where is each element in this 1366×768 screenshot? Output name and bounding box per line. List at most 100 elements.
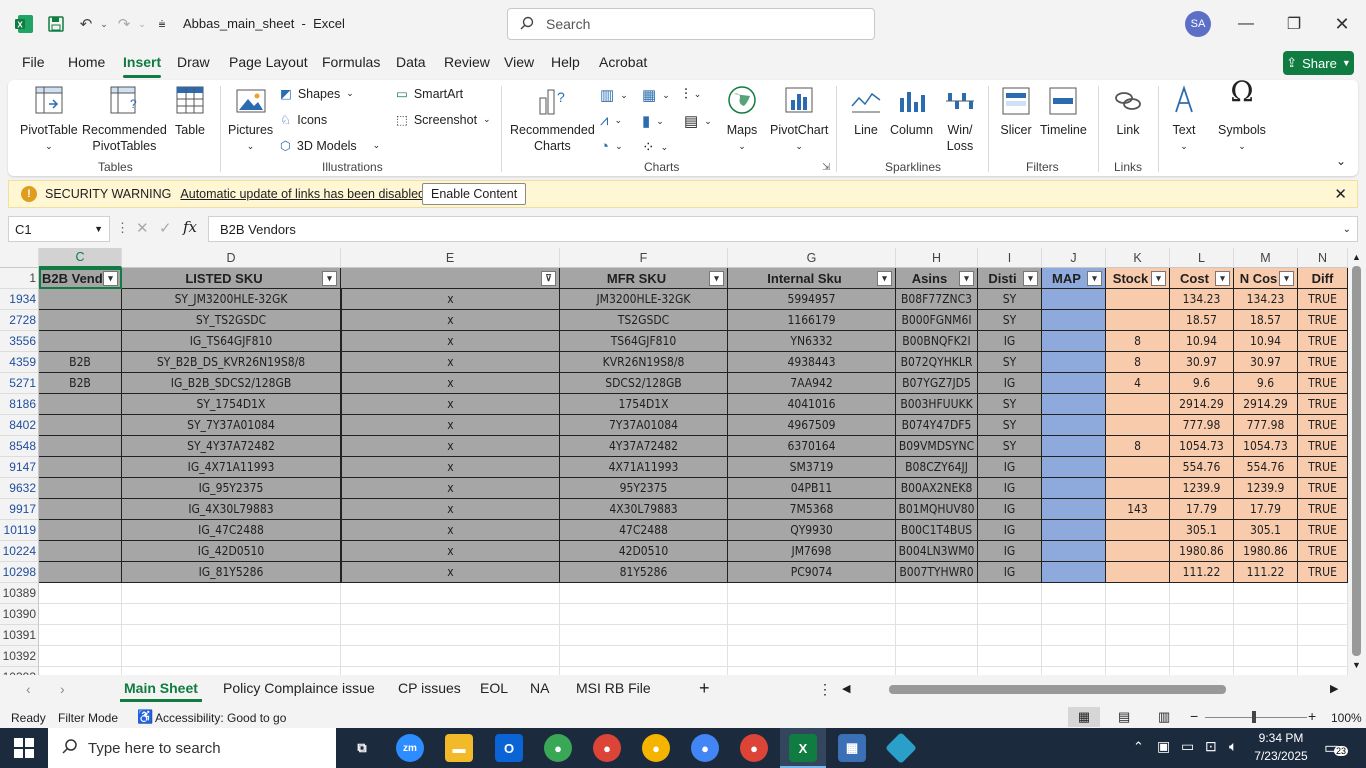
filter-dropdown-icon[interactable]: ▾	[959, 271, 974, 286]
column-header-c[interactable]: C	[39, 248, 122, 268]
table-cell[interactable]: 6370164	[728, 436, 896, 457]
row-header[interactable]: 10390	[0, 604, 39, 625]
empty-cell[interactable]	[122, 625, 341, 646]
table-cell[interactable]	[39, 289, 122, 310]
page-layout-view-icon[interactable]: ▤	[1118, 709, 1130, 725]
table-cell[interactable]: IG_81Y5286	[122, 562, 341, 583]
table-cell[interactable]	[1106, 289, 1170, 310]
scatter-chart-button[interactable]: ⁘ ⌄	[642, 138, 668, 156]
table-cell[interactable]	[1042, 289, 1106, 310]
empty-cell[interactable]	[896, 667, 978, 675]
table-cell[interactable]: 4X30L79883	[560, 499, 728, 520]
task-view-icon[interactable]: ⧉	[348, 734, 376, 762]
table-cell[interactable]	[1042, 457, 1106, 478]
table-cell[interactable]: 18.57	[1234, 310, 1298, 331]
table-cell[interactable]: SY_TS2GSDC	[122, 310, 341, 331]
table-cell[interactable]: 8	[1106, 436, 1170, 457]
tab-formulas[interactable]: Formulas	[322, 54, 380, 70]
filter-dropdown-icon[interactable]: ▾	[709, 271, 724, 286]
table-cell[interactable]: IG	[978, 499, 1042, 520]
empty-cell[interactable]	[560, 667, 728, 675]
table-cell[interactable]	[1042, 436, 1106, 457]
table-cell[interactable]	[1042, 520, 1106, 541]
table-cell[interactable]: 04PB11	[728, 478, 896, 499]
table-cell[interactable]: TRUE	[1298, 478, 1348, 499]
vertical-scrollbar[interactable]: ▲ ▼	[1348, 248, 1366, 675]
empty-cell[interactable]	[122, 667, 341, 675]
empty-cell[interactable]	[1042, 604, 1106, 625]
scroll-right-icon[interactable]: ▶	[1330, 682, 1338, 695]
empty-cell[interactable]	[978, 604, 1042, 625]
tab-view[interactable]: View	[504, 54, 534, 70]
tab-help[interactable]: Help	[551, 54, 580, 70]
table-cell[interactable]: 1054.73	[1170, 436, 1234, 457]
table-cell[interactable]: 4	[1106, 373, 1170, 394]
empty-cell[interactable]	[122, 646, 341, 667]
empty-cell[interactable]	[1234, 583, 1298, 604]
table-cell[interactable]: x	[341, 352, 560, 373]
table-cell[interactable]	[39, 562, 122, 583]
empty-cell[interactable]	[560, 583, 728, 604]
empty-cell[interactable]	[39, 583, 122, 604]
security-warning-message[interactable]: Automatic update of links has been disab…	[180, 187, 425, 201]
empty-cell[interactable]	[1234, 625, 1298, 646]
table-cell[interactable]: SY	[978, 310, 1042, 331]
table-cell[interactable]: 111.22	[1170, 562, 1234, 583]
table-cell[interactable]: SY_B2B_DS_KVR26N19S8/8	[122, 352, 341, 373]
windows-start-icon[interactable]	[14, 738, 34, 758]
table-cell[interactable]: 554.76	[1170, 457, 1234, 478]
empty-cell[interactable]	[1106, 667, 1170, 675]
table-cell[interactable]: B01MQHUV80	[896, 499, 978, 520]
table-cell[interactable]: IG_4X30L79883	[122, 499, 341, 520]
table-cell[interactable]: x	[341, 520, 560, 541]
table-cell[interactable]	[1106, 394, 1170, 415]
sparkline-line-button[interactable]: Line	[850, 84, 882, 138]
table-header-cell[interactable]: Cost ▾	[1170, 268, 1234, 289]
search-box[interactable]: Search	[507, 8, 875, 40]
insert-function-icon[interactable]: fx	[183, 218, 197, 236]
table-cell[interactable]: TS2GSDC	[560, 310, 728, 331]
table-cell[interactable]	[1106, 457, 1170, 478]
table-cell[interactable]: SY	[978, 289, 1042, 310]
expand-formula-icon[interactable]: ⌄	[1343, 224, 1351, 235]
tab-insert[interactable]: Insert	[123, 54, 162, 78]
table-cell[interactable]: 4X71A11993	[560, 457, 728, 478]
clock-date[interactable]: 7/23/2025	[1253, 749, 1309, 763]
table-cell[interactable]	[1106, 310, 1170, 331]
empty-cell[interactable]	[978, 667, 1042, 675]
table-cell[interactable]	[39, 436, 122, 457]
volume-icon[interactable]: 🔈︎	[1229, 738, 1237, 755]
empty-cell[interactable]	[560, 604, 728, 625]
scroll-left-icon[interactable]: ◀	[842, 682, 850, 695]
table-cell[interactable]: PC9074	[728, 562, 896, 583]
empty-cell[interactable]	[341, 646, 560, 667]
table-cell[interactable]: SY	[978, 394, 1042, 415]
table-cell[interactable]: 10.94	[1234, 331, 1298, 352]
table-header-cell[interactable]: N Cos ▾	[1234, 268, 1298, 289]
empty-cell[interactable]	[39, 646, 122, 667]
network-icon[interactable]: ⊡	[1205, 738, 1217, 755]
table-cell[interactable]: 143	[1106, 499, 1170, 520]
clock-time[interactable]: 9:34 PM	[1257, 731, 1305, 745]
table-cell[interactable]: 777.98	[1234, 415, 1298, 436]
worksheet-grid[interactable]: CDEFGHIJKLMN 1 B2B Vendo ▾ LISTED SKU ▾ ⊽ MFR…	[0, 248, 1366, 675]
table-cell[interactable]: 30.97	[1234, 352, 1298, 373]
table-cell[interactable]: SY_JM3200HLE-32GK	[122, 289, 341, 310]
table-cell[interactable]	[1042, 394, 1106, 415]
text-button[interactable]: Text ⌄	[1168, 84, 1200, 154]
table-cell[interactable]	[39, 394, 122, 415]
table-cell[interactable]: x	[341, 478, 560, 499]
share-button[interactable]: ⇪ Share ▼	[1283, 51, 1354, 75]
table-cell[interactable]: B07YGZ7JD5	[896, 373, 978, 394]
table-cell[interactable]: B004LN3WM0	[896, 541, 978, 562]
excel-app-icon[interactable]: X	[789, 734, 817, 762]
table-cell[interactable]: 4938443	[728, 352, 896, 373]
normal-view-icon[interactable]: ▦	[1068, 707, 1100, 727]
table-cell[interactable]: 95Y2375	[560, 478, 728, 499]
empty-cell[interactable]	[39, 667, 122, 675]
table-cell[interactable]: x	[341, 457, 560, 478]
empty-cell[interactable]	[1042, 583, 1106, 604]
table-cell[interactable]: 554.76	[1234, 457, 1298, 478]
outlook-icon[interactable]: O	[495, 734, 523, 762]
table-cell[interactable]: TRUE	[1298, 562, 1348, 583]
